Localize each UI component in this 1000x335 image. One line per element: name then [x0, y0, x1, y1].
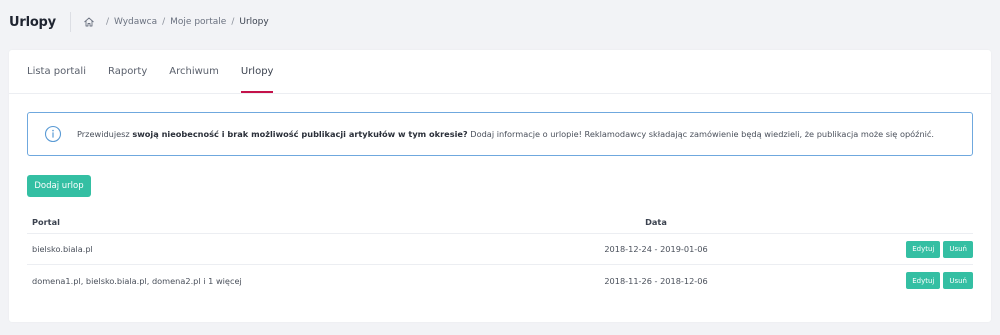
- cell-date: 2018-12-24 - 2019-01-06: [604, 244, 708, 254]
- table-header: Portal Data: [27, 210, 973, 234]
- breadcrumb-separator: /: [105, 17, 109, 27]
- title-divider: [69, 12, 71, 32]
- home-icon[interactable]: [83, 16, 95, 28]
- delete-button[interactable]: Usuń: [943, 272, 973, 289]
- info-bold: swoją nieobecność i brak możliwość publi…: [132, 129, 468, 139]
- page-title: Urlopy: [9, 14, 56, 30]
- info-icon: [44, 125, 62, 143]
- tab-urlopy[interactable]: Urlopy: [240, 50, 273, 93]
- edit-button[interactable]: Edytuj: [906, 272, 941, 289]
- cell-actions: Edytuj Usuń: [745, 240, 973, 258]
- column-header-date: Data: [645, 216, 667, 227]
- tab-raporty[interactable]: Raporty: [108, 50, 147, 93]
- vacations-table: Portal Data bielsko.biala.pl 2018-12-24 …: [27, 210, 973, 296]
- info-suffix: Dodaj informacje o urlopie! Reklamodawcy…: [467, 129, 935, 139]
- tab-lista-portali[interactable]: Lista portali: [27, 50, 86, 93]
- cell-portal: bielsko.biala.pl: [32, 244, 93, 254]
- breadcrumb-item-wydawca[interactable]: Wydawca: [114, 17, 157, 27]
- tab-archiwum[interactable]: Archiwum: [169, 50, 219, 93]
- delete-button[interactable]: Usuń: [943, 240, 973, 258]
- breadcrumb: / Wydawca / Moje portale / Urlopy: [83, 16, 269, 28]
- edit-button[interactable]: Edytuj: [906, 240, 941, 258]
- tab-bar: Lista portali Raporty Archiwum Urlopy: [9, 50, 991, 94]
- top-bar: Urlopy / Wydawca / Moje portale / Urlopy: [0, 0, 1000, 44]
- cell-portal: domena1.pl, bielsko.biala.pl, domena2.pl…: [32, 275, 242, 286]
- breadcrumb-item-moje-portale[interactable]: Moje portale: [170, 17, 226, 27]
- cell-date: 2018-11-26 - 2018-12-06: [604, 275, 708, 286]
- table-row: domena1.pl, bielsko.biala.pl, domena2.pl…: [27, 265, 973, 296]
- column-header-portal: Portal: [32, 216, 60, 227]
- main-card: Lista portali Raporty Archiwum Urlopy Pr…: [9, 50, 991, 322]
- cell-actions: Edytuj Usuń: [745, 272, 973, 289]
- breadcrumb-separator: /: [231, 17, 235, 27]
- info-alert: Przewidujesz swoją nieobecność i brak mo…: [27, 112, 973, 156]
- breadcrumb-separator: /: [162, 17, 166, 27]
- add-vacation-button[interactable]: Dodaj urlop: [27, 175, 91, 197]
- info-prefix: Przewidujesz: [77, 129, 133, 139]
- table-row: bielsko.biala.pl 2018-12-24 - 2019-01-06…: [27, 234, 973, 265]
- info-message: Przewidujesz swoją nieobecność i brak mo…: [77, 129, 934, 139]
- breadcrumb-item-current: Urlopy: [239, 17, 269, 27]
